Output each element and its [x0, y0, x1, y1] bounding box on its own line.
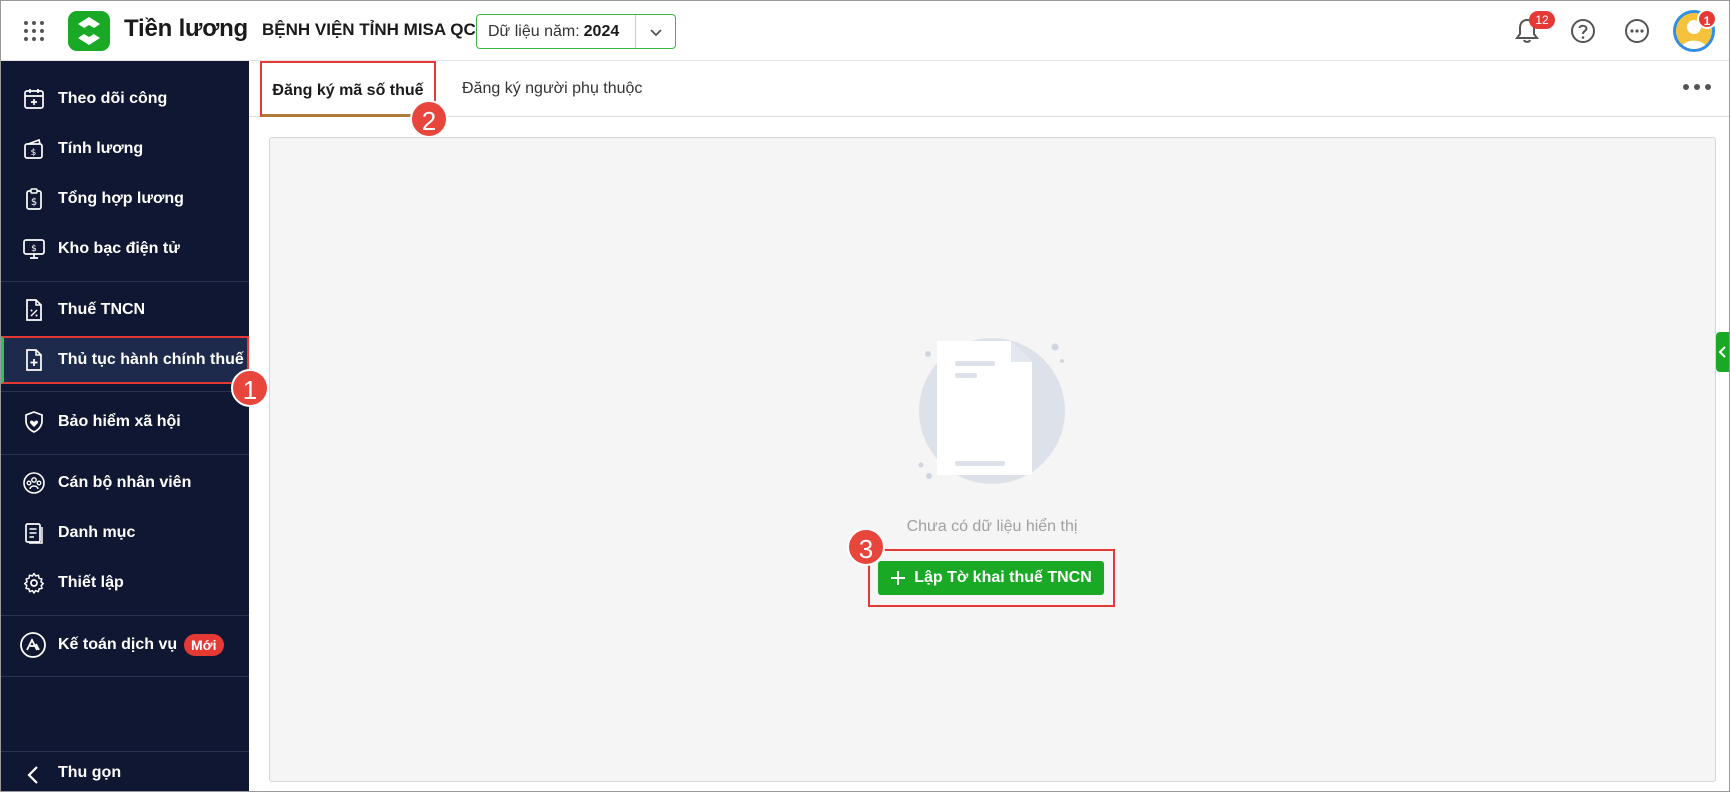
- sidebar-item-bao-hiem-xa-hoi[interactable]: Bảo hiểm xã hội: [0, 398, 249, 446]
- create-tax-declaration-label: Lập Tờ khai thuế TNCN: [914, 569, 1092, 586]
- sidebar-item-danh-muc[interactable]: Danh mục: [0, 509, 249, 557]
- sidebar-item-label: Cán bộ nhân viên: [58, 474, 192, 491]
- document-percent-icon: [26, 299, 42, 321]
- plus-icon: [891, 571, 906, 585]
- year-select-toggle[interactable]: [635, 15, 675, 48]
- sidebar-item-kho-bac-dien-tu[interactable]: $ Kho bạc điện tử: [0, 225, 249, 273]
- more-horizontal-icon[interactable]: [1680, 77, 1714, 97]
- misa-logo-icon: [68, 11, 110, 51]
- year-select-label: Dữ liệu năm:: [488, 23, 580, 40]
- sidebar-item-theo-doi-cong[interactable]: Theo dõi công: [0, 75, 249, 123]
- sidebar-item-label: Danh mục: [58, 524, 136, 541]
- sidebar-item-ke-toan-dich-vu[interactable]: Kế toán dịch vụ Mới: [0, 621, 249, 669]
- step-marker-2: 2: [410, 100, 448, 138]
- help-icon[interactable]: [1568, 16, 1598, 46]
- sidebar-item-tinh-luong[interactable]: $ Tính lương: [0, 125, 249, 173]
- more-options-icon[interactable]: [1622, 16, 1652, 46]
- year-select[interactable]: Dữ liệu năm: 2024: [476, 14, 676, 49]
- sidebar-item-thue-tncn[interactable]: Thuế TNCN: [0, 286, 249, 334]
- wallet-money-icon: $: [24, 138, 43, 159]
- sidebar-item-label: Tổng hợp lương: [58, 190, 184, 207]
- right-panel-toggle[interactable]: [1716, 332, 1730, 372]
- sidebar-item-label: Kho bạc điện tử: [58, 240, 180, 257]
- tab-dang-ky-ma-so-thue[interactable]: Đăng ký mã số thuế: [260, 61, 436, 117]
- people-group-icon: [23, 472, 45, 494]
- svg-text:$: $: [31, 148, 37, 158]
- sidebar-item-label: Tính lương: [58, 140, 144, 157]
- empty-document-icon: [918, 338, 1065, 484]
- sidebar-item-label: Thuế TNCN: [58, 301, 146, 318]
- sidebar-divider: [0, 391, 249, 392]
- chevron-left-icon: [27, 766, 38, 784]
- sidebar-item-label: Thủ tục hành chính thuế: [58, 351, 244, 368]
- tab-dang-ky-nguoi-phu-thuoc[interactable]: Đăng ký người phụ thuộc: [462, 61, 642, 117]
- list-document-icon: [25, 523, 43, 544]
- sidebar-item-tong-hop-luong[interactable]: $ Tổng hợp lương: [0, 175, 249, 223]
- sidebar-item-thiet-lap[interactable]: Thiết lập: [0, 559, 249, 607]
- notification-count-badge: 12: [1529, 11, 1555, 29]
- sidebar-divider: [0, 615, 249, 616]
- sidebar-divider: [0, 751, 249, 752]
- svg-text:$: $: [31, 197, 37, 208]
- step-marker-3: 3: [847, 528, 885, 566]
- sidebar-item-label: Thiết lập: [58, 574, 124, 591]
- apps-grid-icon[interactable]: [22, 19, 46, 43]
- step-marker-1: 1: [231, 369, 269, 407]
- tab-bar: Đăng ký mã số thuế Đăng ký người phụ thu…: [249, 61, 1730, 117]
- svg-text:$: $: [31, 244, 37, 254]
- chevron-left-icon: [1718, 346, 1726, 358]
- document-plus-icon: [26, 349, 42, 371]
- sidebar-item-can-bo-nhan-vien[interactable]: Cán bộ nhân viên: [0, 459, 249, 507]
- avatar-badge: 1: [1697, 9, 1717, 29]
- chevron-down-icon: [649, 28, 662, 36]
- top-header: Tiền lương BỆNH VIỆN TỈNH MISA QC Dữ liệ…: [0, 0, 1730, 61]
- sidebar-collapse-label: Thu gọn: [58, 764, 122, 781]
- sidebar-item-label: Theo dõi công: [58, 90, 168, 107]
- shield-heart-icon: [25, 411, 43, 433]
- sidebar-collapse-button[interactable]: Thu gọn: [0, 755, 249, 791]
- monitor-dollar-icon: $: [23, 239, 45, 259]
- sidebar: Theo dõi công $ Tính lương $ Tổng hợp lư…: [0, 61, 249, 792]
- new-badge: Mới: [184, 634, 224, 656]
- year-select-value: 2024: [583, 23, 620, 40]
- sidebar-item-label: Bảo hiểm xã hội: [58, 413, 181, 430]
- sidebar-divider: [0, 281, 249, 282]
- organization-name: BỆNH VIỆN TỈNH MISA QC: [262, 20, 476, 39]
- calendar-plus-icon: [24, 89, 44, 109]
- clipboard-dollar-icon: $: [26, 188, 42, 210]
- sidebar-item-label: Kế toán dịch vụ: [58, 636, 178, 653]
- accounting-service-icon: [20, 632, 46, 658]
- sidebar-divider: [0, 676, 249, 677]
- gear-icon: [23, 572, 45, 594]
- app-title: Tiền lương: [124, 15, 249, 42]
- sidebar-item-thu-tuc-hanh-chinh-thue[interactable]: Thủ tục hành chính thuế: [0, 336, 249, 384]
- sidebar-divider: [0, 454, 249, 455]
- year-select-display: Dữ liệu năm: 2024: [477, 15, 635, 48]
- create-tax-declaration-button[interactable]: Lập Tờ khai thuế TNCN: [878, 561, 1104, 595]
